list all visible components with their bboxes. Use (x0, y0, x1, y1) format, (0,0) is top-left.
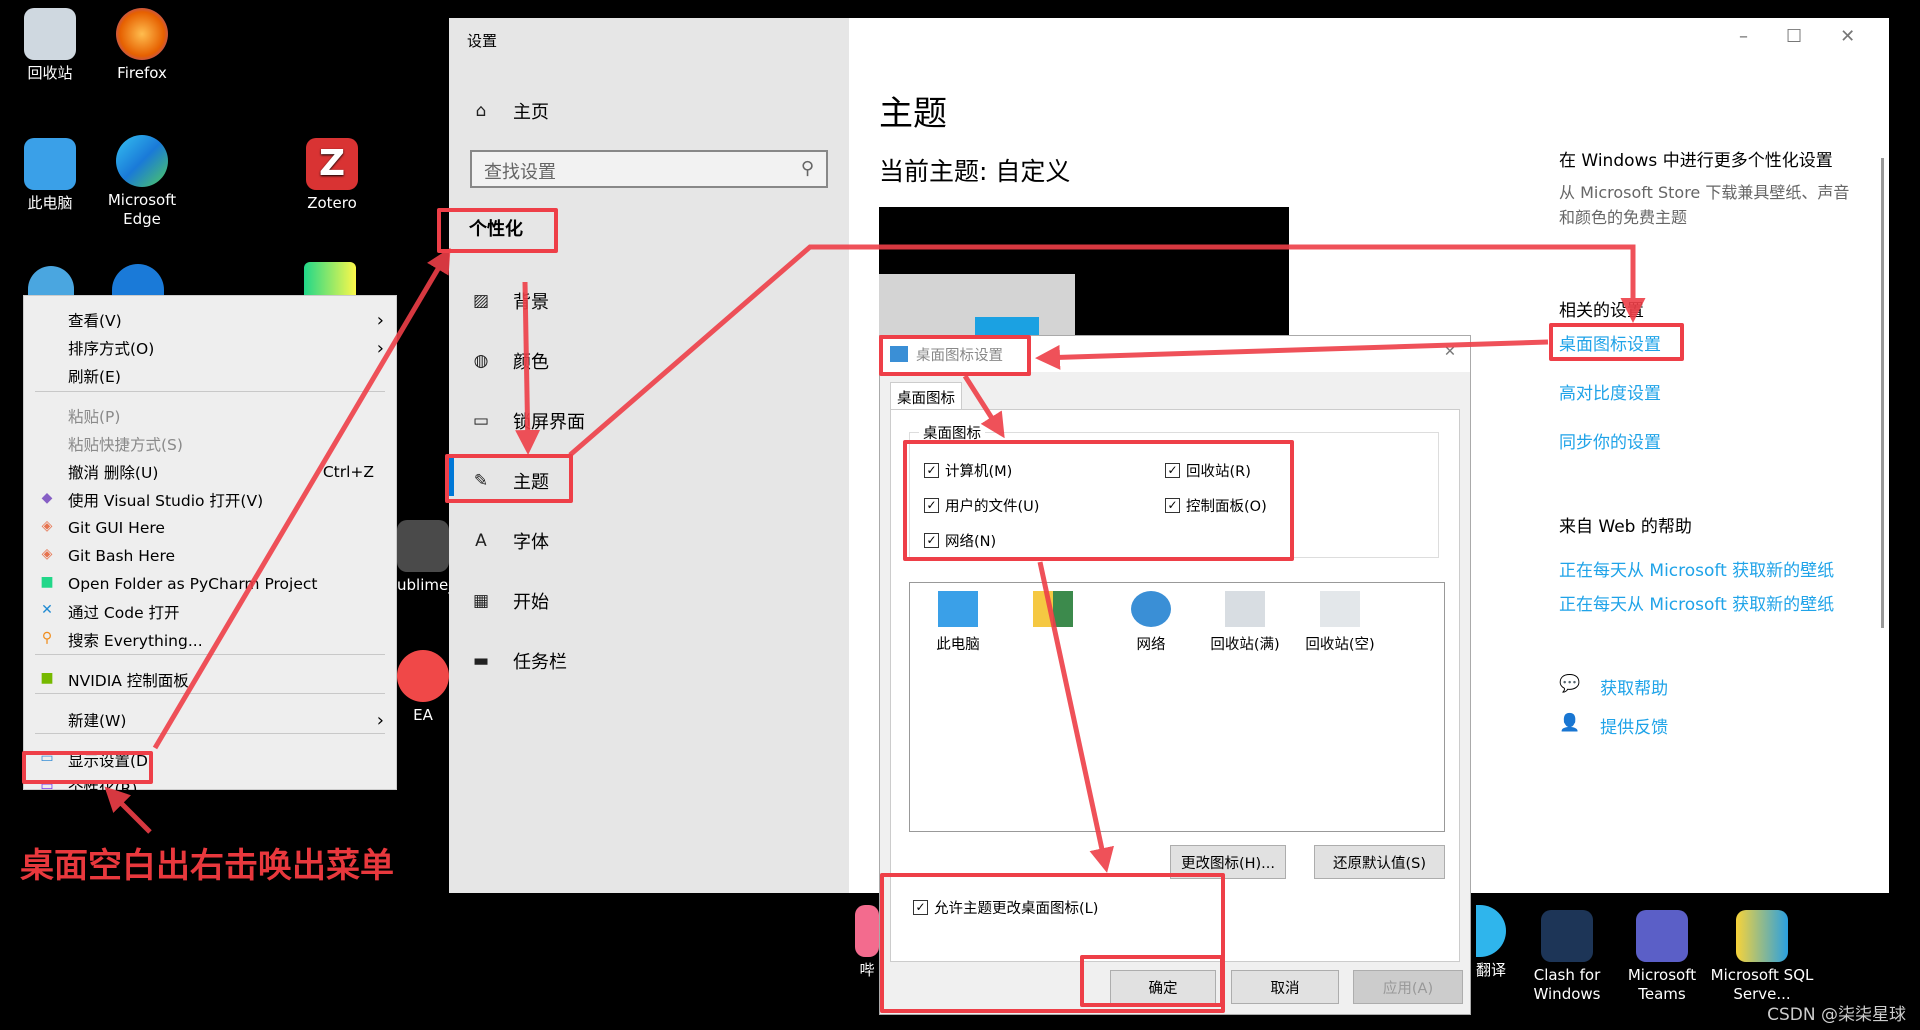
arrow (568, 244, 1646, 457)
arrow (1035, 339, 1549, 370)
watermark: CSDN @柒柒星球 (1767, 1005, 1906, 1025)
arrow (104, 786, 152, 834)
arrow (515, 281, 541, 455)
annotation-text: 桌面空白出右击唤出菜单 (20, 846, 394, 886)
arrow (152, 247, 451, 750)
arrow (1037, 561, 1115, 873)
arrow (962, 374, 1005, 439)
